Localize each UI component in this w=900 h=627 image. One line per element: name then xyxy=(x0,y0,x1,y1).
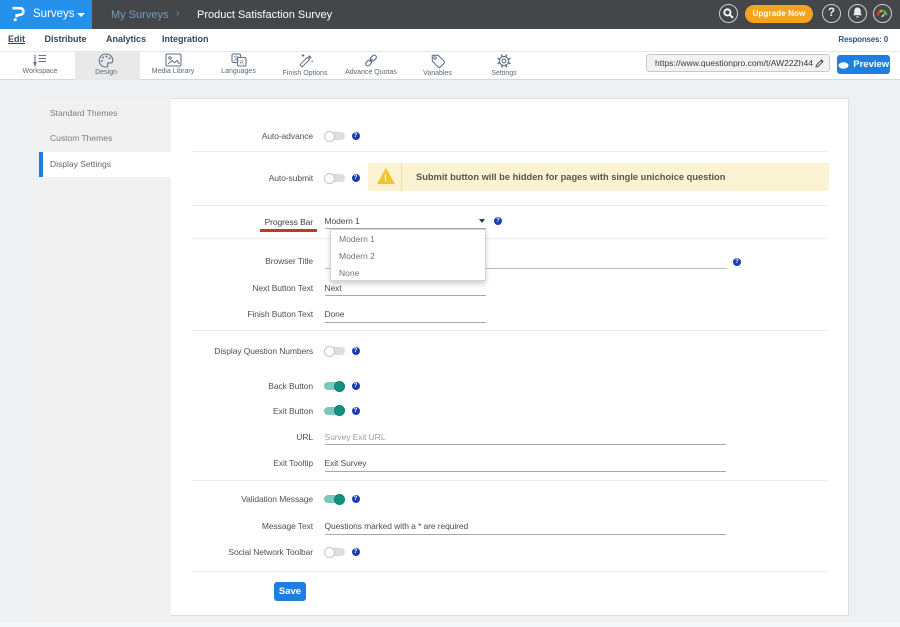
svg-text:A: A xyxy=(239,59,244,66)
svg-text:文: 文 xyxy=(233,54,239,62)
